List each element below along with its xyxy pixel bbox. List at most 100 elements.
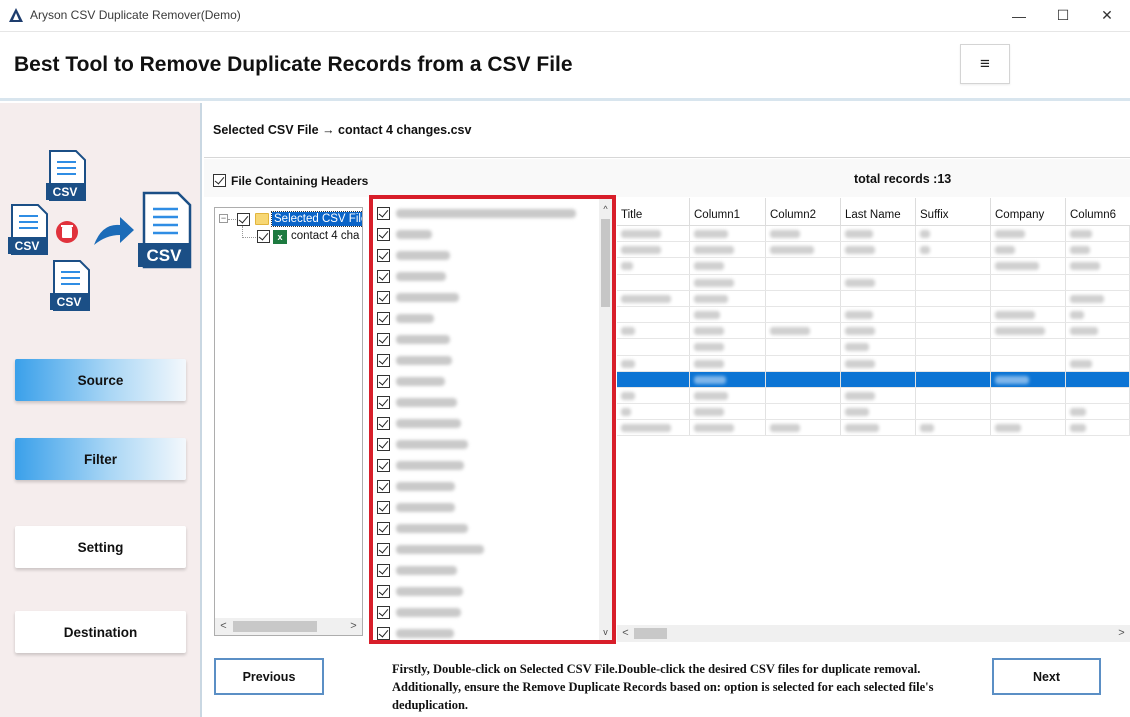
column-list-item[interactable] (377, 392, 458, 413)
column-list-item[interactable] (377, 287, 459, 308)
tree-collapse-icon[interactable]: − (219, 214, 228, 223)
selected-file-bar: Selected CSV File → contact 4 changes.cs… (204, 103, 1130, 158)
grid-column-header[interactable]: Suffix (916, 198, 991, 225)
previous-button[interactable]: Previous (214, 658, 324, 695)
column-checkbox[interactable] (377, 627, 390, 640)
column-checkbox[interactable] (377, 333, 390, 346)
column-checkbox[interactable] (377, 501, 390, 514)
table-row[interactable] (617, 226, 1130, 243)
column-checkbox[interactable] (377, 207, 390, 220)
grid-column-header[interactable]: Title (617, 198, 690, 225)
table-row[interactable] (617, 420, 1130, 437)
column-name-redacted (396, 524, 468, 533)
close-button[interactable]: ✕ (1084, 0, 1130, 31)
minimize-button[interactable]: — (996, 0, 1042, 31)
table-row[interactable] (617, 242, 1130, 259)
column-list-item[interactable] (377, 623, 454, 640)
nav-destination-button[interactable]: Destination (15, 611, 186, 653)
column-checkbox[interactable] (377, 375, 390, 388)
column-list-item[interactable] (377, 602, 461, 623)
column-checkbox[interactable] (377, 312, 390, 325)
nav-source-button[interactable]: Source (15, 359, 186, 401)
column-separator (915, 306, 916, 323)
column-list-item[interactable] (377, 434, 468, 455)
csv-label: CSV (15, 239, 40, 253)
column-separator (1065, 339, 1066, 355)
scrollbar-thumb[interactable] (601, 219, 610, 307)
grid-column-header[interactable]: Last Name (841, 198, 916, 225)
column-checkbox[interactable] (377, 228, 390, 241)
tree-horizontal-scrollbar[interactable]: < > (215, 618, 362, 635)
table-row[interactable] (617, 404, 1130, 421)
tree-file-label[interactable]: contact 4 cha (291, 230, 359, 242)
menu-button[interactable]: ≡ (960, 44, 1010, 84)
scroll-down-icon[interactable]: v (599, 624, 612, 640)
grid-column-header[interactable]: Column6 (1066, 198, 1130, 225)
grid-column-header[interactable]: Company (991, 198, 1066, 225)
column-list-item[interactable] (377, 350, 452, 371)
column-list-item[interactable] (377, 266, 447, 287)
column-list-item[interactable] (377, 560, 458, 581)
table-row[interactable] (617, 258, 1130, 275)
column-checkbox[interactable] (377, 480, 390, 493)
table-cell-redacted (621, 327, 635, 336)
nav-filter-button[interactable]: Filter (15, 438, 186, 480)
column-checkbox[interactable] (377, 396, 390, 409)
column-checkbox[interactable] (377, 564, 390, 577)
column-list-item[interactable] (377, 371, 445, 392)
next-button[interactable]: Next (992, 658, 1101, 695)
grid-column-header[interactable]: Column1 (690, 198, 766, 225)
tree-root-label[interactable]: Selected CSV File (270, 211, 362, 227)
column-checkbox[interactable] (377, 543, 390, 556)
column-checkbox[interactable] (377, 438, 390, 451)
column-list-item[interactable] (377, 329, 450, 350)
file-contains-headers-checkbox[interactable] (213, 174, 226, 187)
table-cell-redacted (845, 278, 875, 287)
scrollbar-thumb[interactable] (233, 621, 317, 632)
column-list-item[interactable] (377, 497, 456, 518)
column-checkbox[interactable] (377, 270, 390, 283)
tree-root-checkbox[interactable] (237, 213, 250, 226)
column-list-item[interactable] (377, 476, 456, 497)
table-row[interactable] (617, 323, 1130, 340)
column-list-item[interactable] (377, 581, 463, 602)
table-row[interactable] (617, 306, 1130, 324)
column-list-item[interactable] (377, 518, 468, 539)
table-row[interactable] (617, 290, 1130, 307)
column-list-vertical-scrollbar[interactable]: ^ v (599, 199, 612, 640)
scroll-right-icon[interactable]: > (1113, 625, 1130, 642)
column-checkbox[interactable] (377, 522, 390, 535)
column-separator (765, 242, 766, 258)
grid-horizontal-scrollbar[interactable]: < > (617, 625, 1130, 642)
column-checkbox[interactable] (377, 417, 390, 430)
column-list-item[interactable] (377, 539, 485, 560)
column-checkbox[interactable] (377, 606, 390, 619)
column-checkbox[interactable] (377, 249, 390, 262)
table-cell-redacted (845, 359, 875, 368)
column-checkbox[interactable] (377, 585, 390, 598)
column-list-item[interactable] (377, 224, 432, 245)
column-checkbox[interactable] (377, 291, 390, 304)
column-list-item[interactable] (377, 203, 576, 224)
table-row[interactable] (617, 274, 1130, 291)
column-list-item[interactable] (377, 245, 450, 266)
grid-column-header[interactable]: Column2 (766, 198, 841, 225)
nav-setting-button[interactable]: Setting (15, 526, 186, 568)
table-row[interactable] (617, 355, 1130, 372)
table-row[interactable] (617, 371, 1130, 388)
scroll-left-icon[interactable]: < (617, 625, 634, 642)
excel-file-icon: x (273, 230, 287, 244)
scroll-right-icon[interactable]: > (345, 618, 362, 635)
column-list-item[interactable] (377, 455, 465, 476)
table-row[interactable] (617, 387, 1130, 405)
scroll-up-icon[interactable]: ^ (599, 201, 612, 217)
tree-file-checkbox[interactable] (257, 230, 270, 243)
scroll-left-icon[interactable]: < (215, 618, 232, 635)
scrollbar-thumb[interactable] (634, 628, 667, 639)
column-checkbox[interactable] (377, 459, 390, 472)
column-checkbox[interactable] (377, 354, 390, 367)
table-row[interactable] (617, 339, 1130, 356)
column-list-item[interactable] (377, 308, 434, 329)
column-list-item[interactable] (377, 413, 461, 434)
maximize-button[interactable]: ☐ (1040, 0, 1086, 31)
